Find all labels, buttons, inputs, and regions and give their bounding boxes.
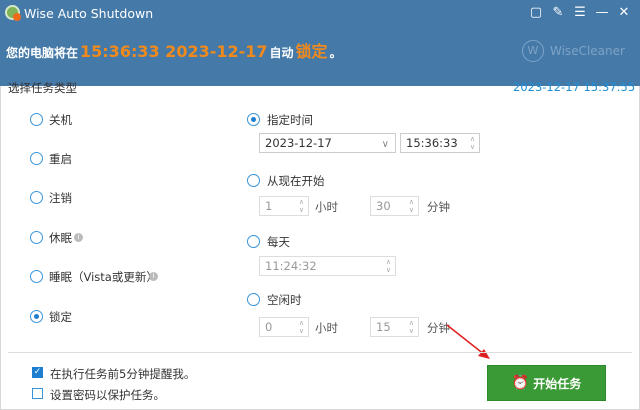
chevron-down-icon[interactable]: ∨ [382,136,389,154]
radio-label: 关机 [49,113,72,127]
radio-label: 注销 [49,191,72,205]
radio-label: 锁定 [49,310,72,324]
radio-label: 空闲时 [267,293,302,307]
spinner-icon[interactable]: ∧ ∨ [299,319,304,335]
radio-label: 每天 [267,235,290,249]
wisecleaner-logo-icon: W [522,40,544,62]
section-title: 选择任务类型 [8,81,77,95]
checkbox-box[interactable] [32,388,43,399]
hours-value: 0 [265,320,273,334]
checkbox-label: 在执行任务前5分钟提醒我。 [50,367,196,381]
brand-name: WiseCleaner [550,44,625,58]
time-input[interactable]: 15:36:33 ∧ ∨ [400,133,480,153]
radio-circle[interactable] [30,113,43,126]
start-task-label: 开始任务 [533,376,582,391]
idle-hours-input[interactable]: 0 ∧ ∨ [259,317,309,337]
radio-label: 重启 [49,152,72,166]
window-title: Wise Auto Shutdown [24,6,154,21]
spinner-icon[interactable]: ∧ ∨ [409,319,414,335]
hours-value: 1 [265,199,273,213]
radio-circle[interactable] [30,231,43,244]
spinner-icon[interactable]: ∧ ∨ [470,135,475,151]
close-icon[interactable]: ✕ [616,5,632,21]
radio-circle[interactable] [30,270,43,283]
radio-circle[interactable] [30,310,43,323]
check-icon[interactable]: ✓ [32,367,43,378]
info-icon[interactable]: i [74,233,83,242]
hours-unit-label: 小时 [315,200,338,214]
radio-circle[interactable] [247,293,260,306]
radio-label: 睡眠（Vista或更新） [49,270,158,284]
status-message: 您的电脑将在 15:36:33 2023-12-17 自动 锁定 。 [6,38,342,62]
idle-minutes-input[interactable]: 15 ∧ ∨ [370,317,419,337]
edit-icon[interactable]: ✎ [550,5,566,21]
checkbox-label: 设置密码以保护任务。 [50,388,165,402]
radio-circle[interactable] [30,152,43,165]
feedback-icon[interactable]: ▢ [528,5,544,21]
date-value: 2023-12-17 [265,136,332,150]
radio-circle[interactable] [247,113,260,126]
radio-circle[interactable] [247,174,260,187]
scheduled-action: 锁定 [295,42,328,61]
minimize-icon[interactable]: — [594,5,610,21]
message-suffix: 。 [329,46,342,60]
title-bar: Wise Auto Shutdown ▢ ✎ ☰ — ✕ 您的电脑将在 15:3… [0,0,640,86]
message-middle: 自动 [269,46,294,60]
hours-unit-label: 小时 [315,321,338,335]
alarm-clock-icon: ⏰ [511,375,530,391]
daily-time-input[interactable]: 11:24:32 ∧ ∨ [259,256,396,276]
spinner-icon[interactable]: ∧ ∨ [299,198,304,214]
info-icon[interactable]: i [149,272,158,281]
minutes-value: 15 [376,320,391,334]
minutes-value: 30 [376,199,391,213]
radio-label: 从现在开始 [267,174,325,188]
daily-time-value: 11:24:32 [265,259,317,273]
from-now-minutes-input[interactable]: 30 ∧ ∨ [370,196,419,216]
radio-label: 休眠 [49,231,72,245]
spinner-icon[interactable]: ∧ ∨ [409,198,414,214]
time-value: 15:36:33 [406,136,458,150]
divider [8,352,632,353]
app-logo-icon [5,5,21,21]
date-picker[interactable]: 2023-12-17 ∨ [259,133,396,153]
spinner-icon[interactable]: ∧ ∨ [386,258,391,274]
scheduled-time: 15:36:33 2023-12-17 [80,42,268,61]
wisecleaner-brand: W WiseCleaner [522,40,625,62]
radio-label: 指定时间 [267,113,313,127]
message-prefix: 您的电脑将在 [6,46,79,60]
menu-icon[interactable]: ☰ [572,5,588,21]
radio-circle[interactable] [30,191,43,204]
current-time: 2023-12-17 15:37:55 [513,80,636,94]
minutes-unit-label: 分钟 [427,321,450,335]
minutes-unit-label: 分钟 [427,200,450,214]
start-task-button[interactable]: ⏰ 开始任务 [487,365,606,401]
from-now-hours-input[interactable]: 1 ∧ ∨ [259,196,309,216]
radio-circle[interactable] [247,235,260,248]
